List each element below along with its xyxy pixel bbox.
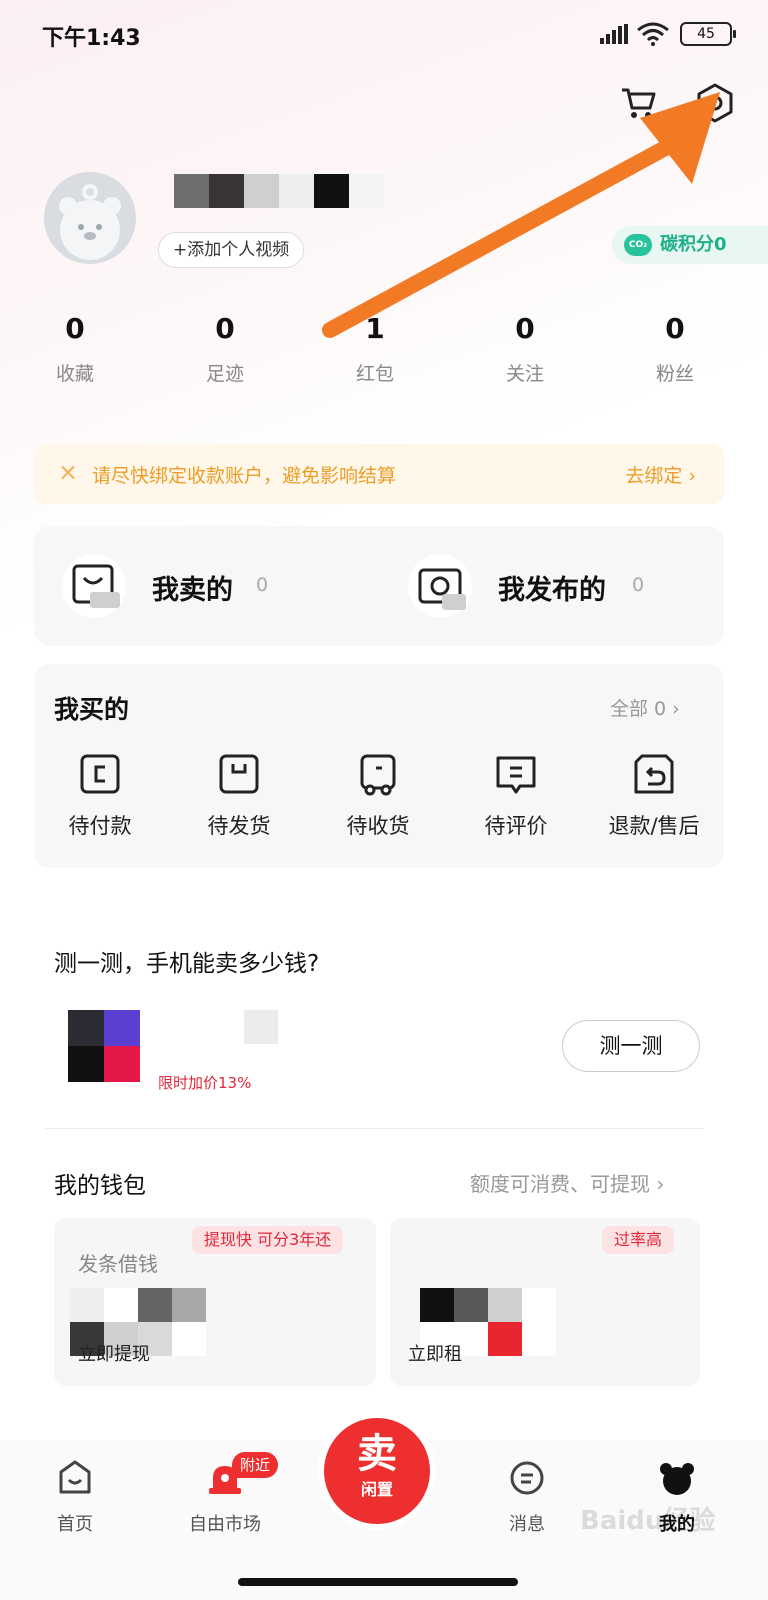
nav-home[interactable]: 首页 <box>20 1458 130 1536</box>
sell-publish-card <box>34 526 724 646</box>
stat-label: 收藏 <box>55 363 94 385</box>
order-label: 待发货 <box>207 814 271 838</box>
camera-icon <box>408 554 472 618</box>
rent-tag: 过率高 <box>602 1226 675 1254</box>
sold-label[interactable]: 我卖的 <box>152 568 233 607</box>
wallet-more-link[interactable]: 额度可消费、可提现 › <box>470 1168 664 1197</box>
all-orders-link[interactable]: 全部 0 › <box>610 694 680 721</box>
published-label[interactable]: 我发布的 <box>498 568 606 607</box>
stat-label: 关注 <box>505 363 544 385</box>
nav-label: 自由市场 <box>189 1514 261 1535</box>
avatar[interactable] <box>44 172 136 264</box>
sold-icon <box>62 554 126 618</box>
truck-icon <box>360 754 396 796</box>
close-icon[interactable]: × <box>58 458 78 486</box>
published-count: 0 <box>632 574 645 596</box>
add-video-button[interactable]: +添加个人视频 <box>158 232 305 268</box>
order-pending-receipt[interactable]: 待收货 <box>318 752 438 840</box>
wifi-icon <box>637 22 669 46</box>
test-phone-button[interactable]: 测一测 <box>562 1020 700 1072</box>
bear-icon <box>660 1463 694 1495</box>
nearby-badge: 附近 <box>232 1452 279 1478</box>
wallet-title: 我的钱包 <box>54 1173 146 1199</box>
stat-value: 1 <box>365 312 385 345</box>
withdraw-now-link[interactable]: 立即提现 <box>78 1340 150 1366</box>
message-icon <box>510 1461 544 1495</box>
stat-value: 0 <box>665 312 685 345</box>
stat-value: 0 <box>65 312 85 345</box>
home-icon <box>59 1460 91 1494</box>
wallet-icon <box>80 754 120 794</box>
sell-sub-label: 闲置 <box>360 1480 393 1499</box>
watermark: Baidu经验 <box>580 1506 716 1536</box>
sold-count: 0 <box>256 574 269 596</box>
order-pending-shipment[interactable]: 待发货 <box>179 752 299 840</box>
co2-icon: CO₂ <box>624 234 652 256</box>
signal-icon <box>600 24 628 44</box>
nav-messages[interactable]: 消息 <box>472 1458 582 1536</box>
nav-label: 首页 <box>57 1514 93 1535</box>
phone-value-question: 测一测，手机能卖多少钱? <box>54 951 320 977</box>
purchases-title: 我买的 <box>54 695 130 724</box>
phone-thumbnail <box>68 1010 140 1082</box>
cart-icon[interactable] <box>618 82 658 122</box>
stat-label: 红包 <box>355 363 394 385</box>
stat-label: 粉丝 <box>655 363 694 385</box>
stat-history[interactable]: 0 足迹 <box>150 312 300 386</box>
username-redacted <box>174 174 384 208</box>
order-label: 退款/售后 <box>608 814 700 838</box>
redacted-phone-name <box>244 1010 278 1044</box>
order-pending-review[interactable]: 待评价 <box>456 752 576 840</box>
notice-text: 请尽快绑定收款账户，避免影响结算 <box>92 465 397 487</box>
loan-tag: 提现快 可分3年还 <box>192 1226 344 1254</box>
nav-label: 消息 <box>509 1514 545 1535</box>
sell-idle-button[interactable]: 卖 闲置 <box>324 1418 430 1524</box>
return-icon <box>634 754 674 794</box>
order-refund-aftersale[interactable]: 退款/售后 <box>594 752 714 840</box>
order-label: 待付款 <box>68 814 132 838</box>
promo-text: 限时加价13% <box>158 1074 252 1092</box>
rent-now-link[interactable]: 立即租 <box>408 1340 462 1366</box>
stat-value: 0 <box>515 312 535 345</box>
bind-account-link[interactable]: 去绑定 › <box>625 461 696 488</box>
stat-red-packets[interactable]: 1 红包 <box>300 312 450 386</box>
battery-indicator: 45 <box>680 22 736 46</box>
settings-gear-icon[interactable] <box>694 82 736 124</box>
stat-favorites[interactable]: 0 收藏 <box>0 312 150 386</box>
bear-avatar-icon <box>59 184 121 260</box>
status-time: 下午1:43 <box>42 26 141 51</box>
stat-label: 足迹 <box>205 363 244 385</box>
bind-account-notice: × 请尽快绑定收款账户，避免影响结算 去绑定 › <box>34 444 724 504</box>
order-label: 待收货 <box>346 814 410 838</box>
stat-value: 0 <box>215 312 235 345</box>
home-indicator[interactable] <box>238 1578 518 1586</box>
loan-label: 发条借钱 <box>78 1252 158 1276</box>
stat-following[interactable]: 0 关注 <box>450 312 600 386</box>
sell-main-label: 卖 <box>357 1431 397 1477</box>
box-icon <box>219 754 259 794</box>
order-label: 待评价 <box>484 814 548 838</box>
order-pending-payment[interactable]: 待付款 <box>40 752 160 840</box>
stat-fans[interactable]: 0 粉丝 <box>600 312 750 386</box>
divider <box>44 1128 704 1129</box>
comment-icon <box>496 756 536 794</box>
